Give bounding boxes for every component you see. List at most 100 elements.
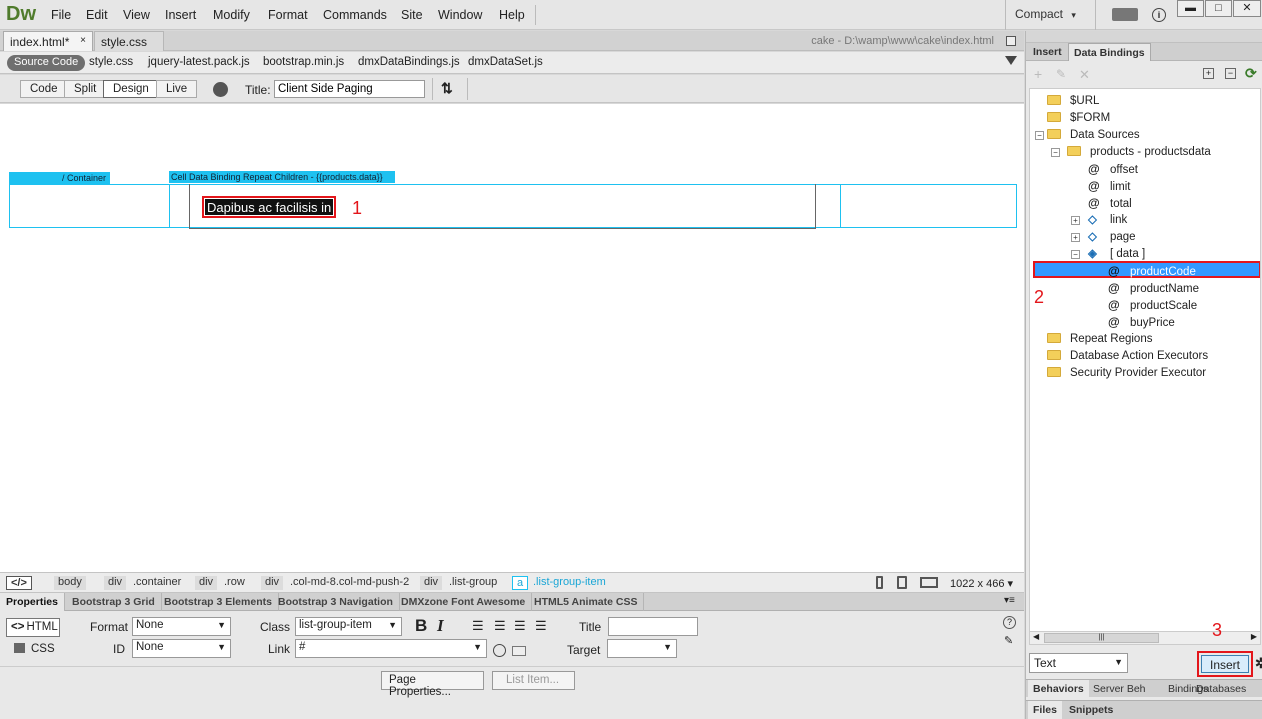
sync-settings-icon[interactable] <box>1112 8 1138 21</box>
tree-item-repeat-regions[interactable]: Repeat Regions <box>1047 331 1152 348</box>
crumb-row[interactable]: .row <box>220 576 249 590</box>
source-code-button[interactable]: Source Code <box>7 55 86 71</box>
info-icon[interactable]: i <box>1152 8 1166 22</box>
horizontal-scrollbar[interactable]: ||| ◀ ▶ <box>1029 631 1261 645</box>
browse-folder-icon[interactable] <box>512 646 526 656</box>
mobile-size-icon[interactable] <box>876 576 883 589</box>
menu-format[interactable]: Format <box>268 8 308 22</box>
menu-site[interactable]: Site <box>401 8 423 22</box>
code-view-button[interactable]: Code <box>20 80 68 98</box>
close-button[interactable]: ✕ <box>1233 0 1261 17</box>
expand-icon[interactable]: + <box>1071 216 1080 225</box>
link-field[interactable]: # ▼ <box>295 639 487 658</box>
ordered-list-icon[interactable]: ☰ <box>494 618 506 634</box>
crumb-list-group[interactable]: .list-group <box>445 576 501 590</box>
tablet-size-icon[interactable] <box>897 576 907 589</box>
menu-file[interactable]: File <box>51 8 71 22</box>
collapse-icon[interactable]: − <box>1035 131 1044 140</box>
css-mode-button[interactable]: CSS <box>14 643 55 655</box>
tree-item-product-scale[interactable]: @ productScale <box>1108 297 1197 314</box>
tree-item-page[interactable]: ◇ page <box>1088 229 1136 246</box>
crumb-container[interactable]: .container <box>129 576 185 590</box>
html-mode-button[interactable]: <> HTML <box>6 618 60 637</box>
menu-edit[interactable]: Edit <box>86 8 108 22</box>
point-to-file-icon[interactable] <box>493 644 506 657</box>
crumb-body[interactable]: body <box>54 576 86 590</box>
class-select[interactable]: list-group-item ▼ <box>295 617 402 636</box>
crumb-a[interactable]: a <box>512 576 529 590</box>
indent-icon[interactable]: ☰ <box>535 618 547 634</box>
restore-icon[interactable] <box>1006 36 1016 46</box>
tab-insert[interactable]: Insert <box>1028 43 1067 61</box>
expand-all-icon[interactable]: + <box>1203 68 1214 79</box>
filter-icon[interactable] <box>1005 56 1017 65</box>
outdent-icon[interactable]: ☰ <box>514 618 526 634</box>
crumb-list-group-item[interactable]: .list-group-item <box>529 576 610 590</box>
format-select[interactable]: None ▼ <box>132 617 231 636</box>
related-file[interactable]: style.css <box>89 56 133 68</box>
italic-button[interactable]: I <box>437 616 444 636</box>
maximize-button[interactable]: □ <box>1205 0 1232 17</box>
tree-item-product-name[interactable]: @ productName <box>1108 280 1199 297</box>
tree-item-buy-price[interactable]: @ buyPrice <box>1108 314 1175 331</box>
tab-databases[interactable]: Databases <box>1191 680 1251 698</box>
desktop-size-icon[interactable] <box>920 577 938 588</box>
tab-index-html[interactable]: index.html* × <box>3 31 93 51</box>
insert-button[interactable]: Insert <box>1201 655 1249 673</box>
bold-button[interactable]: B <box>415 616 427 636</box>
crumb-col[interactable]: .col-md-8.col-md-push-2 <box>286 576 413 590</box>
tree-item-limit[interactable]: @ limit <box>1088 178 1130 195</box>
split-view-button[interactable]: Split <box>64 80 107 98</box>
crumb-div[interactable]: div <box>420 576 443 590</box>
expand-icon[interactable]: + <box>1071 233 1080 242</box>
related-file[interactable]: jquery-latest.pack.js <box>148 56 250 68</box>
tree-item-form[interactable]: $FORM <box>1047 110 1110 127</box>
tab-font-awesome[interactable]: DMXzone Font Awesome <box>395 593 533 611</box>
tab-data-bindings[interactable]: Data Bindings <box>1068 43 1151 61</box>
tab-server-behaviors[interactable]: Server Beh <box>1088 680 1151 698</box>
workspace-switcher[interactable]: Compact ▾ <box>1015 7 1076 21</box>
window-size[interactable]: 1022 x 466 ▾ <box>950 577 1013 590</box>
tab-bootstrap-grid[interactable]: Bootstrap 3 Grid <box>66 593 162 611</box>
tab-properties[interactable]: Properties <box>0 593 65 611</box>
help-icon[interactable]: ? <box>1003 616 1016 629</box>
design-view-button[interactable]: Design <box>103 80 159 98</box>
design-view[interactable]: / Container Cell Data Binding Repeat Chi… <box>0 104 1024 572</box>
collapse-icon[interactable]: − <box>1051 148 1060 157</box>
unordered-list-icon[interactable]: ☰ <box>472 618 484 634</box>
target-select[interactable]: ▼ <box>607 639 677 658</box>
tree-item-database-action-executors[interactable]: Database Action Executors <box>1047 348 1208 365</box>
sort-arrows-icon[interactable]: ⇅ <box>441 80 453 97</box>
menu-view[interactable]: View <box>123 8 150 22</box>
tree-item-data-sources[interactable]: Data Sources <box>1047 127 1140 144</box>
tree-item-url[interactable]: $URL <box>1047 93 1099 110</box>
panel-menu-icon[interactable]: ▾≡ <box>1004 595 1015 606</box>
tab-animate-css[interactable]: HTML5 Animate CSS <box>528 593 645 611</box>
insert-type-select[interactable]: Text ▼ <box>1029 653 1128 673</box>
selected-list-item-text[interactable]: Dapibus ac facilisis in <box>202 196 337 218</box>
tab-behaviors[interactable]: Behaviors <box>1028 680 1089 698</box>
tree-item-products[interactable]: products - productsdata <box>1067 144 1211 161</box>
tree-item-total[interactable]: @ total <box>1088 195 1132 212</box>
live-view-button[interactable]: Live <box>156 80 198 98</box>
crumb-div[interactable]: div <box>195 576 218 590</box>
tab-bootstrap-elements[interactable]: Bootstrap 3 Elements <box>158 593 279 611</box>
menu-help[interactable]: Help <box>499 8 525 22</box>
collapse-all-icon[interactable]: − <box>1225 68 1236 79</box>
collapse-icon[interactable]: − <box>1071 250 1080 259</box>
scrollbar-thumb[interactable]: ||| <box>1044 633 1159 643</box>
tab-snippets[interactable]: Snippets <box>1064 701 1118 719</box>
edit-rule-icon[interactable]: ✎ <box>1004 634 1013 647</box>
globe-icon[interactable] <box>213 82 228 97</box>
tab-bootstrap-navigation[interactable]: Bootstrap 3 Navigation <box>272 593 400 611</box>
tree-item-security-provider-executor[interactable]: Security Provider Executor <box>1047 365 1206 382</box>
code-navigator-button[interactable]: </> <box>6 576 32 590</box>
related-file[interactable]: dmxDataSet.js <box>468 56 543 68</box>
menu-insert[interactable]: Insert <box>165 8 196 22</box>
refresh-icon[interactable]: ⟳ <box>1245 65 1257 82</box>
page-properties-button[interactable]: Page Properties... <box>381 671 484 698</box>
tree-item-link[interactable]: ◇ link <box>1088 212 1127 229</box>
related-file[interactable]: bootstrap.min.js <box>263 56 344 68</box>
menu-window[interactable]: Window <box>438 8 482 22</box>
crumb-div[interactable]: div <box>261 576 284 590</box>
